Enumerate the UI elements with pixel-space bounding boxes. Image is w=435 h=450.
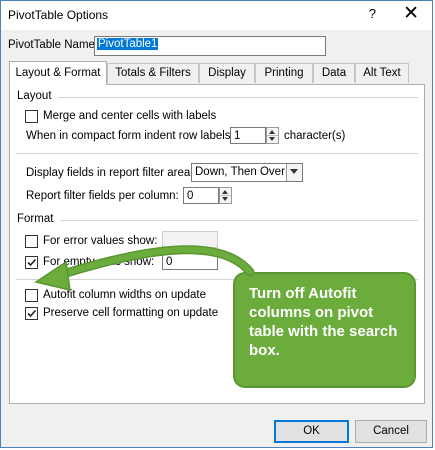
callout-arrow-icon <box>34 245 255 291</box>
